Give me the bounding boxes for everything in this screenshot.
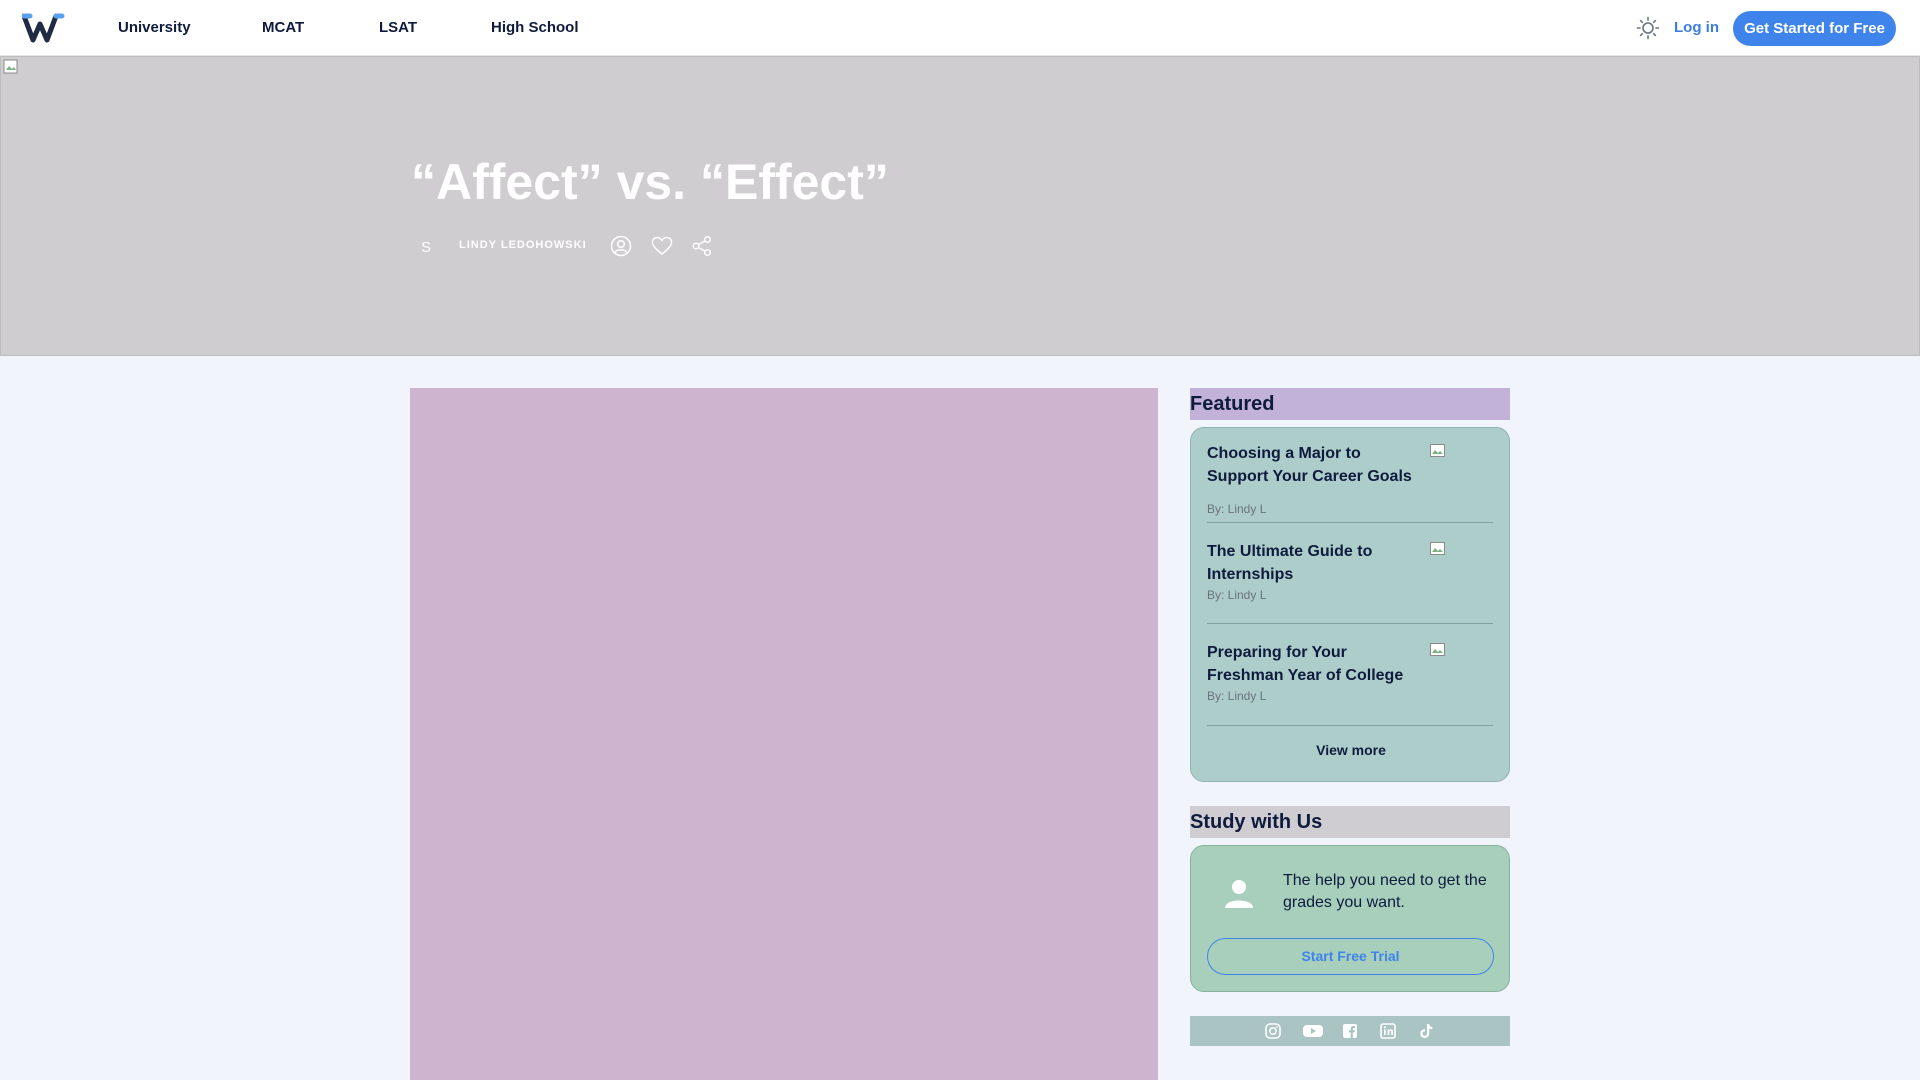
featured-item-title[interactable]: The Ultimate Guide to Internships — [1207, 540, 1417, 586]
divider — [1207, 725, 1493, 726]
sun-icon[interactable] — [1636, 16, 1660, 40]
featured-item-thumbnail[interactable] — [1428, 442, 1492, 506]
login-link[interactable]: Log in — [1674, 19, 1719, 36]
nav-link-lsat[interactable]: LSAT — [379, 19, 417, 36]
instagram-icon[interactable] — [1264, 1022, 1282, 1040]
article-content — [410, 388, 1158, 1080]
featured-item-title[interactable]: Choosing a Major to Support Your Career … — [1207, 442, 1417, 488]
featured-item-thumbnail[interactable] — [1428, 540, 1492, 604]
divider — [1207, 522, 1493, 523]
nav-link-university[interactable]: University — [118, 19, 191, 36]
broken-image-icon — [1430, 643, 1445, 656]
featured-item-author: By: Lindy L — [1207, 588, 1267, 602]
social-links — [1190, 1016, 1510, 1046]
user-icon[interactable] — [610, 235, 632, 257]
featured-heading: Featured — [1190, 388, 1510, 420]
broken-image-icon — [1430, 444, 1445, 457]
share-icon[interactable] — [691, 235, 713, 257]
study-description: The help you need to get the grades you … — [1283, 872, 1487, 911]
person-icon — [1225, 880, 1253, 908]
featured-item-author: By: Lindy L — [1207, 689, 1267, 703]
facebook-icon[interactable] — [1341, 1022, 1359, 1040]
featured-card: Choosing a Major to Support Your Career … — [1190, 427, 1510, 782]
youtube-icon[interactable] — [1302, 1022, 1324, 1040]
start-free-trial-button[interactable]: Start Free Trial — [1207, 938, 1494, 975]
tiktok-icon[interactable] — [1417, 1022, 1435, 1040]
linkedin-icon[interactable] — [1379, 1022, 1397, 1040]
nav-link-high-school[interactable]: High School — [491, 19, 579, 36]
divider — [1207, 623, 1493, 624]
nav-link-mcat[interactable]: MCAT — [262, 19, 304, 36]
broken-image-icon — [3, 59, 18, 74]
author-avatar: S — [421, 239, 432, 256]
broken-image-icon — [1430, 542, 1445, 555]
logo-icon[interactable] — [22, 12, 66, 44]
view-more-link[interactable]: View more — [1191, 742, 1511, 758]
featured-item-title[interactable]: Preparing for Your Freshman Year of Coll… — [1207, 641, 1417, 687]
study-heading: Study with Us — [1190, 806, 1510, 838]
study-card: The help you need to get the grades you … — [1190, 845, 1510, 992]
top-navbar: University MCAT LSAT High School Log in … — [0, 0, 1920, 56]
featured-item-thumbnail[interactable] — [1428, 641, 1492, 705]
featured-item-author: By: Lindy L — [1207, 502, 1267, 516]
get-started-button[interactable]: Get Started for Free — [1733, 11, 1896, 46]
hero-banner: “Affect” vs. “Effect” S LINDY LEDOHOWSKI — [0, 56, 1920, 356]
heart-icon[interactable] — [651, 235, 673, 257]
page-title: “Affect” vs. “Effect” — [411, 154, 889, 210]
author-name[interactable]: LINDY LEDOHOWSKI — [459, 239, 587, 251]
